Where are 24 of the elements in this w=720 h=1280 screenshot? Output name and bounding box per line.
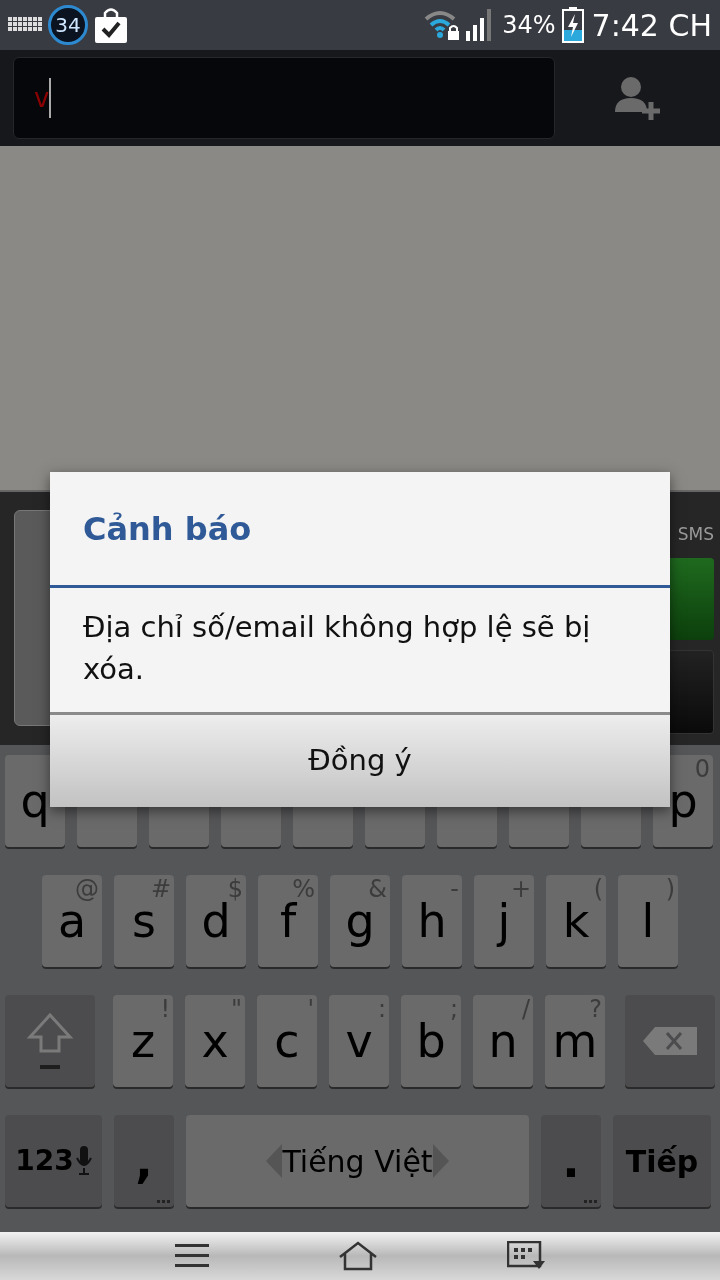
send-label: SMS (677, 523, 714, 546)
key-hint: & (368, 877, 387, 901)
key-hint: ) (665, 877, 675, 901)
notification-badge: 34 (48, 5, 88, 45)
key-hint: + (510, 877, 531, 901)
key-hint: ! (160, 997, 170, 1021)
recipient-text: v (34, 81, 50, 115)
key-hint: ' (307, 997, 314, 1021)
key-hint: $ (227, 877, 243, 901)
clock: 7:42 CH (591, 6, 712, 45)
dialog-message: Địa chỉ số/email không hợp lệ sẽ bị xóa. (83, 609, 592, 688)
key-hint: @ (75, 877, 99, 901)
key-hint: % (292, 877, 315, 901)
key-hint: ; (449, 997, 458, 1021)
key-hint: " (230, 997, 242, 1021)
language-label: Tiếng Việt (282, 1142, 433, 1181)
key-hint: ? (589, 997, 602, 1021)
key-hint: : (377, 997, 386, 1021)
battery-percent: 34% (502, 10, 556, 41)
key-hint: / (521, 997, 530, 1021)
key-hint: - (450, 877, 459, 901)
key-hint: # (150, 877, 171, 901)
key-hint: ( (593, 877, 603, 901)
dialog-title: Cảnh báo (83, 508, 252, 550)
